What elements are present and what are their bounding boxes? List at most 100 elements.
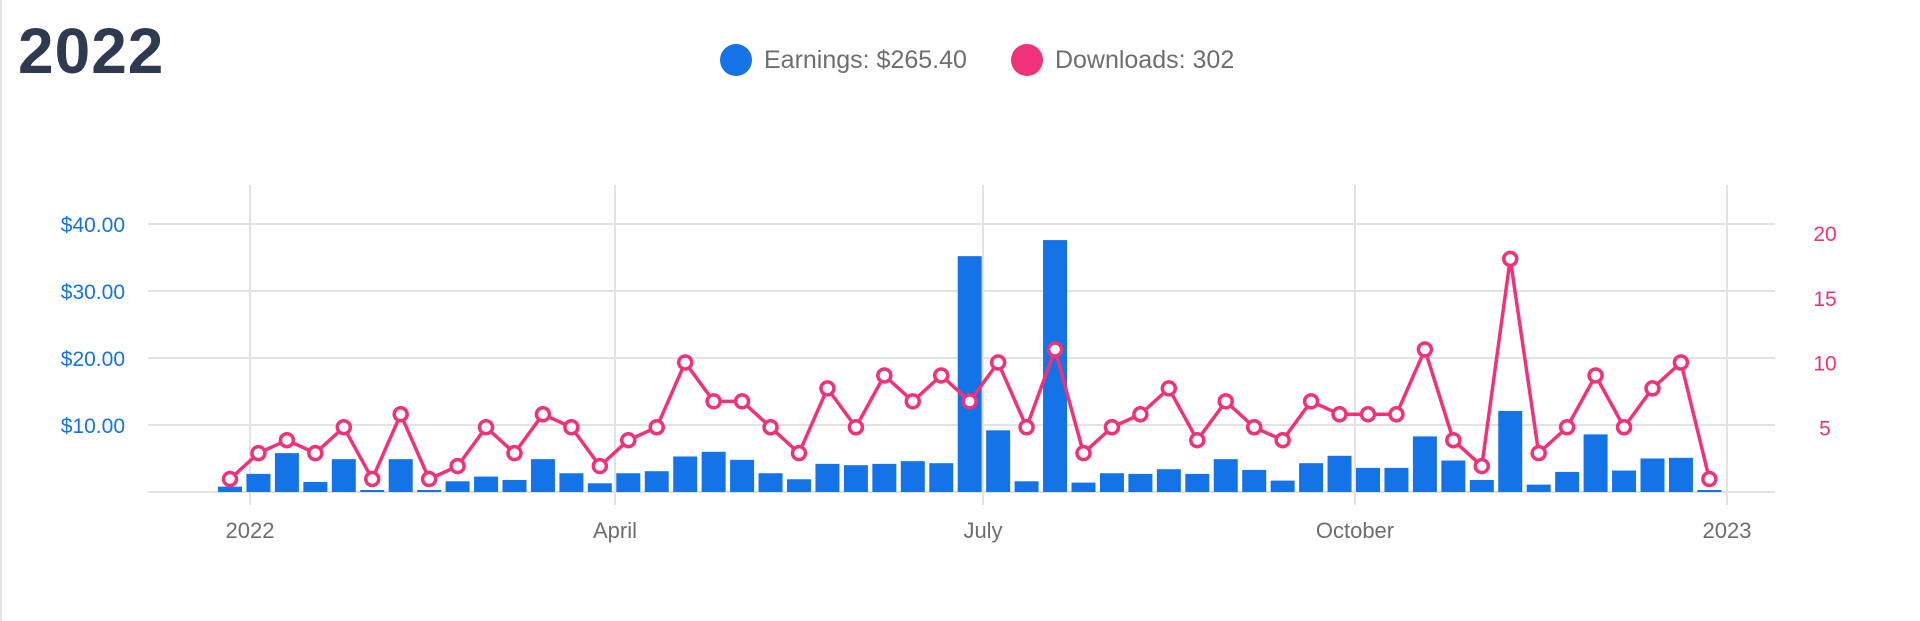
- downloads-point: [1160, 380, 1178, 397]
- downloads-point: [449, 457, 466, 475]
- downloads-point: [364, 470, 381, 488]
- downloads-point: [1587, 367, 1604, 384]
- x-tick-label: October: [1316, 518, 1394, 543]
- earnings-bar: [218, 486, 242, 492]
- downloads-point: [591, 457, 609, 475]
- downloads-point: [819, 380, 836, 397]
- downloads-point: [705, 393, 722, 410]
- x-tick-label: April: [593, 518, 637, 543]
- y-left-tick-label: $40.00: [61, 214, 125, 237]
- earnings-bar: [445, 481, 470, 492]
- earnings-bar: [331, 459, 356, 492]
- earnings-bar: [530, 459, 555, 492]
- earnings-bar: [644, 471, 669, 492]
- downloads-point: [933, 367, 950, 384]
- y-right-tick-label: 5: [1819, 417, 1831, 440]
- downloads-point: [1416, 341, 1434, 358]
- downloads-point: [1388, 406, 1405, 423]
- downloads-point: [221, 470, 239, 488]
- earnings-bar: [1043, 240, 1068, 492]
- downloads-point: [1502, 250, 1519, 268]
- downloads-point: [961, 393, 978, 410]
- earnings-bar: [1128, 473, 1153, 492]
- earnings-bar: [1412, 436, 1437, 492]
- downloads-point: [1274, 431, 1291, 449]
- earnings-bar: [1242, 469, 1267, 492]
- earnings-bar: [1213, 459, 1238, 492]
- earnings-bar: [1469, 479, 1494, 492]
- downloads-point: [876, 367, 893, 384]
- downloads-point: [1445, 431, 1462, 449]
- downloads-point: [1558, 419, 1576, 436]
- earnings-bar: [787, 479, 811, 492]
- downloads-point: [1132, 406, 1149, 423]
- downloads-point: [648, 419, 665, 436]
- downloads-point: [335, 419, 353, 436]
- earnings-bar: [1498, 410, 1523, 492]
- downloads-point: [1245, 419, 1263, 436]
- earnings-bar: [929, 463, 954, 492]
- earnings-bar: [1071, 482, 1096, 492]
- earnings-bar: [559, 473, 584, 492]
- y-right-tick-label: 10: [1813, 353, 1836, 376]
- earnings-bar: [986, 430, 1011, 492]
- downloads-point: [1615, 419, 1633, 436]
- downloads-point: [847, 419, 865, 436]
- earnings-bar: [758, 473, 783, 492]
- downloads-point: [534, 406, 552, 423]
- earnings-bar: [1441, 460, 1466, 492]
- downloads-point: [1103, 419, 1121, 436]
- earnings-bar: [1640, 458, 1665, 492]
- downloads-point: [620, 431, 637, 449]
- earnings-bar: [502, 479, 527, 492]
- x-tick-label: July: [963, 518, 1002, 543]
- earnings-bar: [303, 481, 328, 492]
- earnings-bar: [843, 465, 868, 492]
- earnings-bar: [900, 461, 925, 492]
- earnings-bar: [872, 463, 897, 492]
- downloads-point: [1701, 470, 1718, 488]
- earnings-bar: [957, 256, 982, 492]
- earnings-bar: [1555, 471, 1580, 492]
- downloads-point: [1359, 406, 1377, 423]
- downloads-point: [762, 419, 779, 436]
- earnings-bar: [673, 456, 698, 492]
- earnings-bar: [1014, 481, 1039, 492]
- earnings-bar: [1697, 489, 1722, 492]
- earnings-bar: [246, 473, 271, 492]
- y-right-tick-label: 15: [1813, 288, 1836, 311]
- x-tick-label: 2023: [1703, 518, 1752, 543]
- downloads-point: [563, 419, 580, 436]
- earnings-bar: [1099, 473, 1124, 492]
- downloads-point: [278, 431, 296, 449]
- earnings-bar: [701, 451, 726, 492]
- downloads-point: [904, 393, 922, 410]
- y-left-tick-label: $20.00: [61, 348, 125, 371]
- earnings-bar: [1270, 480, 1295, 492]
- y-right-tick-label: 20: [1813, 223, 1836, 246]
- downloads-point: [1530, 444, 1547, 462]
- downloads-point: [1075, 444, 1092, 462]
- earnings-bar: [388, 459, 413, 492]
- downloads-point: [1046, 341, 1064, 358]
- downloads-point: [1302, 393, 1320, 410]
- downloads-point: [733, 393, 751, 410]
- downloads-point: [1473, 457, 1491, 475]
- earnings-bar: [1526, 484, 1551, 492]
- downloads-point: [1189, 431, 1206, 449]
- x-tick-label: 2022: [226, 518, 275, 543]
- earnings-bar: [1156, 469, 1181, 492]
- earnings-bar: [1384, 467, 1409, 492]
- downloads-point: [392, 406, 409, 423]
- earnings-bar: [274, 453, 299, 492]
- downloads-point: [1018, 419, 1035, 436]
- earnings-bar: [1299, 463, 1324, 492]
- earnings-bar: [417, 489, 442, 492]
- earnings-bar: [474, 476, 499, 492]
- earnings-bar: [1612, 470, 1637, 492]
- downloads-point: [307, 444, 324, 462]
- earnings-bar: [1583, 434, 1608, 492]
- earnings-bar: [1327, 455, 1352, 492]
- earnings-bar: [815, 463, 840, 492]
- downloads-point: [477, 419, 495, 436]
